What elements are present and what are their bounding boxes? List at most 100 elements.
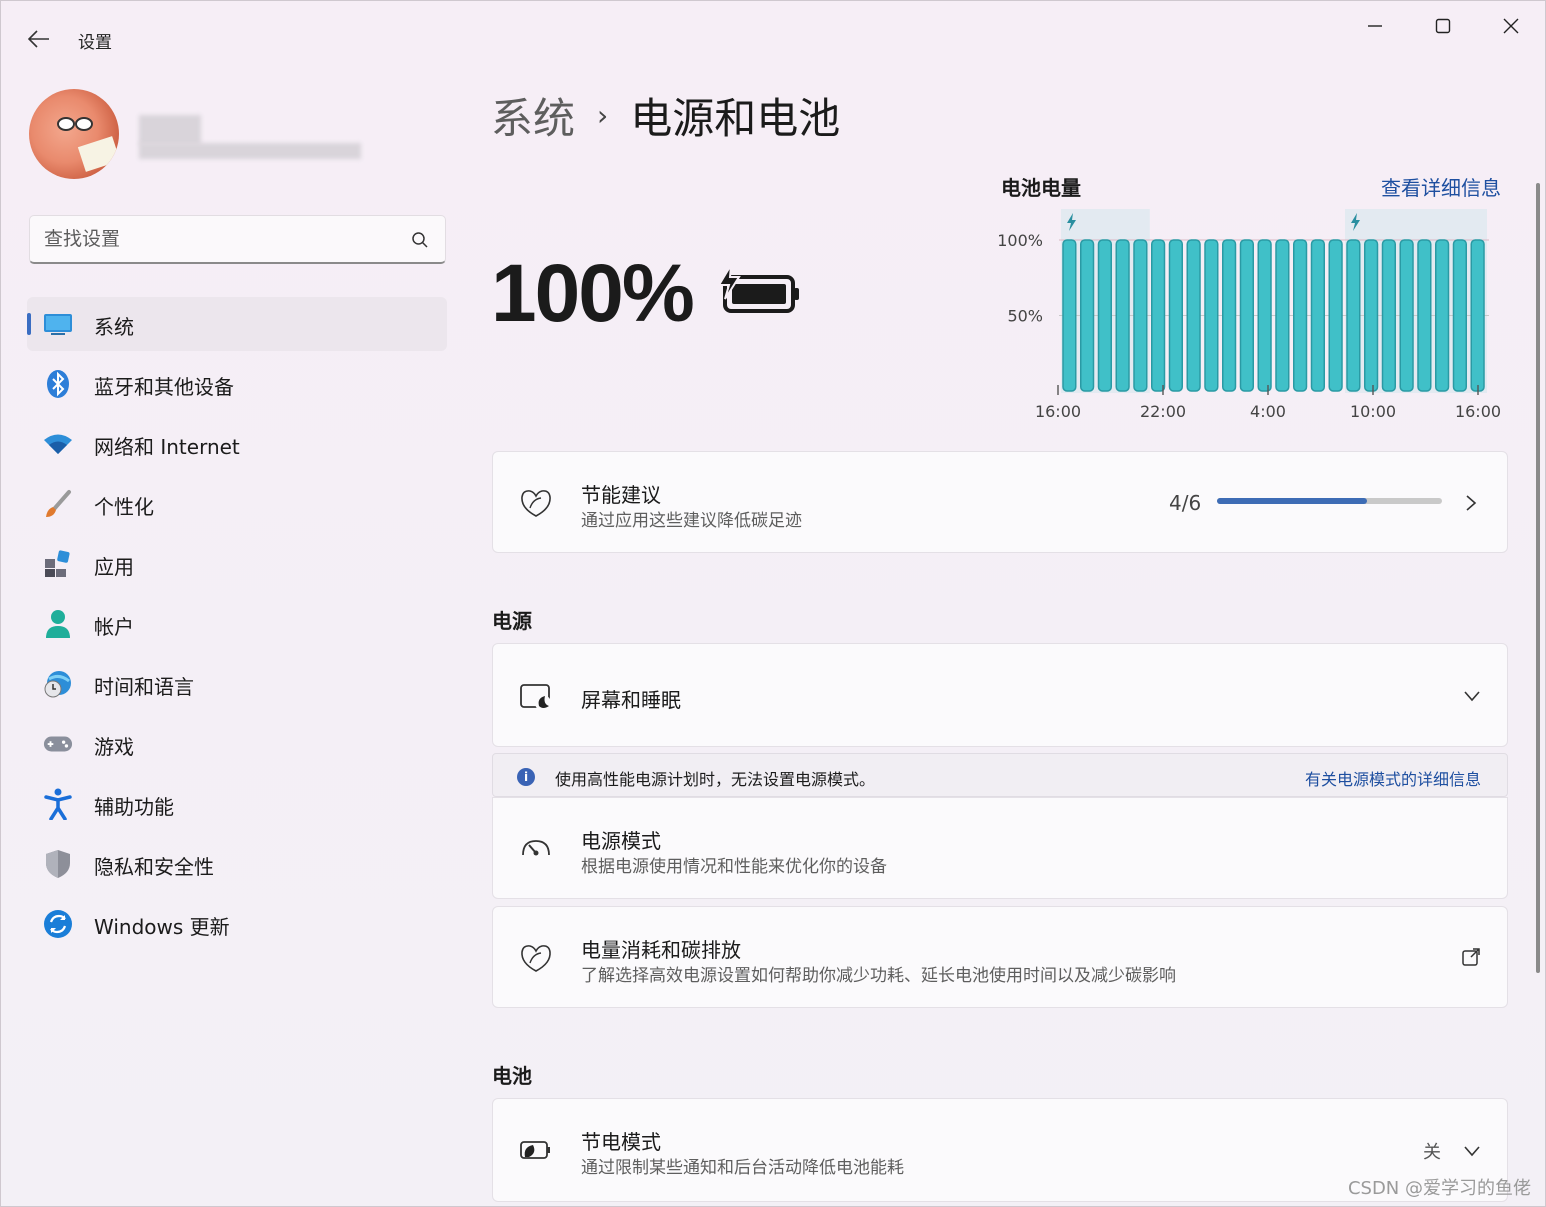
sidebar-item-accessibility[interactable]: 辅助功能	[27, 777, 447, 831]
card-title: 屏幕和睡眠	[581, 688, 681, 712]
chart-bar	[1328, 239, 1343, 392]
card-subtitle: 通过应用这些建议降低碳足迹	[581, 511, 802, 531]
chart-bar	[1257, 239, 1272, 392]
sidebar-item-privacy[interactable]: 隐私和安全性	[27, 837, 447, 891]
chart-bar	[1435, 239, 1450, 392]
chart-bar	[1310, 239, 1325, 392]
search-box[interactable]	[29, 215, 446, 264]
search-icon[interactable]	[411, 231, 429, 249]
view-details-link[interactable]: 查看详细信息	[1381, 172, 1501, 201]
page-title: 电源和电池	[630, 93, 841, 143]
x-tick-label: 16:00	[1455, 402, 1501, 421]
sidebar-item-accounts[interactable]: 帐户	[27, 597, 447, 651]
leaf-heart-icon	[519, 486, 553, 520]
chart-bar	[1346, 239, 1361, 392]
card-subtitle: 了解选择高效电源设置如何帮助你减少功耗、延长电池使用时间以及减少碳影响	[581, 966, 1176, 986]
window-controls	[1341, 1, 1545, 51]
chart-bar	[1115, 239, 1130, 392]
chart-title: 电池电量	[1001, 176, 1081, 200]
sidebar-item-network[interactable]: 网络和 Internet	[27, 417, 447, 471]
search-input[interactable]	[44, 216, 404, 262]
chart-bar	[1381, 239, 1396, 392]
chart-bar	[1062, 239, 1077, 392]
sidebar-item-bluetooth[interactable]: 蓝牙和其他设备	[27, 357, 447, 411]
sidebar-item-label: 蓝牙和其他设备	[94, 375, 234, 399]
sidebar-item-label: 隐私和安全性	[94, 855, 214, 879]
sidebar-item-system[interactable]: 系统	[27, 297, 447, 351]
x-tick-label: 22:00	[1140, 402, 1186, 421]
section-heading-power: 电源	[492, 609, 532, 633]
account-icon	[43, 609, 73, 639]
chart-bar	[1133, 239, 1148, 392]
chevron-right-icon	[1466, 495, 1477, 511]
power-carbon-card[interactable]: 电量消耗和碳排放 了解选择高效电源设置如何帮助你减少功耗、延长电池使用时间以及减…	[492, 906, 1508, 1008]
gauge-icon	[519, 832, 553, 866]
energy-recommendations-card[interactable]: 节能建议 通过应用这些建议降低碳足迹 4/6	[492, 451, 1508, 553]
battery-saver-icon	[519, 1133, 553, 1167]
chart-bar	[1151, 239, 1166, 392]
chart-bar	[1168, 239, 1183, 392]
sidebar-item-personalization[interactable]: 个性化	[27, 477, 447, 531]
back-button[interactable]	[23, 23, 55, 55]
screen-sleep-card[interactable]: 屏幕和睡眠	[492, 643, 1508, 747]
y-tick-label: 50%	[1007, 307, 1043, 326]
close-button[interactable]	[1477, 1, 1545, 51]
progress-bar-fill	[1217, 498, 1368, 504]
user-name-redacted	[139, 109, 361, 161]
sidebar-item-windows-update[interactable]: Windows 更新	[27, 897, 447, 951]
sidebar-item-label: 个性化	[94, 495, 154, 519]
close-icon	[1503, 18, 1519, 34]
accessibility-icon	[43, 788, 73, 820]
chart-bar	[1364, 239, 1379, 392]
arrow-left-icon	[28, 30, 49, 48]
external-link-icon[interactable]	[1461, 947, 1481, 967]
battery-saver-state: 关	[1423, 1142, 1441, 1163]
chart-bar	[1293, 239, 1308, 392]
active-indicator	[27, 313, 31, 335]
update-icon	[43, 909, 73, 939]
sidebar-item-label: 游戏	[94, 735, 134, 759]
chevron-down-icon[interactable]	[1463, 690, 1481, 702]
info-icon: i	[517, 768, 535, 786]
minimize-icon	[1368, 25, 1382, 27]
avatar[interactable]	[29, 89, 119, 179]
breadcrumb-separator: ›	[597, 98, 609, 132]
title-bar: 设置	[1, 1, 1545, 71]
watermark: CSDN @爱学习的鱼佬	[1347, 1178, 1531, 1199]
maximize-button[interactable]	[1409, 1, 1477, 51]
chart-bar	[1470, 239, 1485, 392]
globe-clock-icon	[43, 669, 73, 699]
notice-text: 使用高性能电源计划时，无法设置电源模式。	[555, 770, 876, 789]
scrollbar[interactable]	[1536, 183, 1540, 973]
shield-icon	[43, 849, 73, 879]
card-subtitle: 通过限制某些通知和后台活动降低电池能耗	[581, 1158, 904, 1178]
monitor-icon	[43, 309, 73, 339]
chevron-down-icon[interactable]	[1463, 1145, 1481, 1157]
battery-charging-icon	[717, 265, 799, 313]
sidebar-item-label: 网络和 Internet	[94, 435, 240, 459]
leaf-heart-icon	[519, 941, 553, 975]
card-title: 节电模式	[581, 1130, 661, 1154]
sidebar-item-label: 时间和语言	[94, 675, 194, 699]
chart-bar	[1222, 239, 1237, 392]
settings-window: 设置 系统	[0, 0, 1546, 1207]
sidebar-item-apps[interactable]: 应用	[27, 537, 447, 591]
app-title: 设置	[78, 33, 112, 53]
sidebar-item-time-language[interactable]: 时间和语言	[27, 657, 447, 711]
x-tick-label: 16:00	[1035, 402, 1081, 421]
section-heading-battery: 电池	[492, 1064, 532, 1088]
minimize-button[interactable]	[1341, 1, 1409, 51]
chart-bar	[1186, 239, 1201, 392]
gamepad-icon	[43, 729, 73, 759]
power-mode-card[interactable]: 电源模式 根据电源使用情况和性能来优化你的设备	[492, 797, 1508, 899]
breadcrumb: 系统 › 电源和电池	[491, 87, 840, 143]
power-mode-details-link[interactable]: 有关电源模式的详细信息	[1305, 766, 1481, 790]
sidebar-item-gaming[interactable]: 游戏	[27, 717, 447, 771]
sidebar-item-label: 系统	[94, 315, 134, 339]
wifi-icon	[43, 429, 73, 459]
chart-bar	[1452, 239, 1467, 392]
breadcrumb-parent[interactable]: 系统	[491, 85, 575, 146]
card-subtitle: 根据电源使用情况和性能来优化你的设备	[581, 857, 887, 877]
maximize-icon	[1435, 18, 1451, 34]
y-tick-label: 100%	[997, 231, 1043, 250]
